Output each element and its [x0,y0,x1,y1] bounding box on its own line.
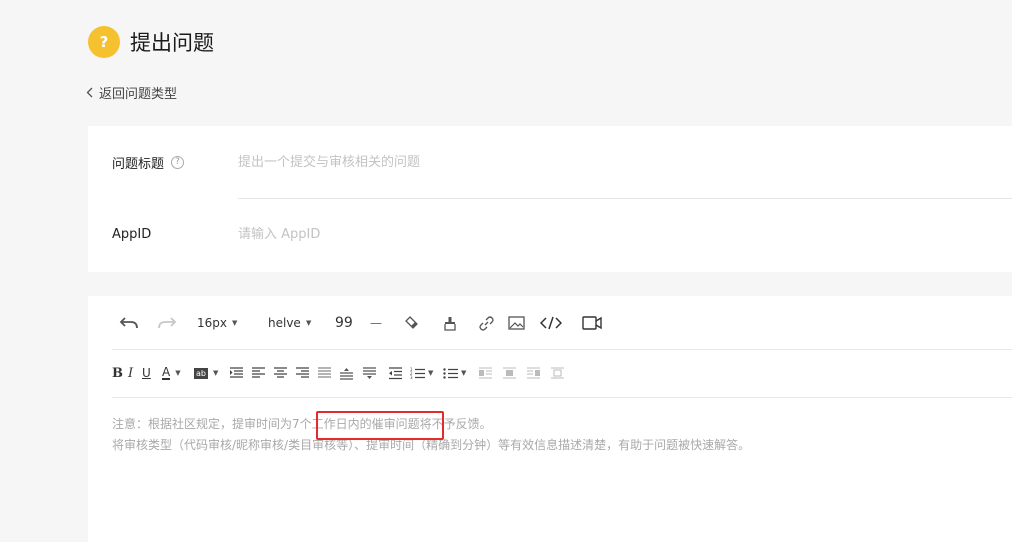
unordered-list-icon [443,367,458,379]
form-card: 问题标题 ? AppID [88,126,1012,272]
blockquote-button[interactable]: 99 [335,313,353,333]
back-link-label: 返回问题类型 [99,87,178,102]
redo-icon[interactable] [157,313,177,333]
line-height-down-icon[interactable] [362,364,377,382]
chevron-left-icon [86,87,93,98]
font-family-select[interactable]: helvet ▼ [268,313,311,333]
caret-down-icon: ▼ [428,369,434,377]
italic-button[interactable]: I [128,364,133,382]
caret-down-icon: ▼ [232,319,238,327]
paragraph-indent-icon[interactable] [388,364,403,382]
editor-card: 16px▼ helvet▼ 99 — B I U A▼ [88,296,1012,542]
align-center-icon[interactable] [273,364,288,382]
caret-down-icon: ▼ [461,369,467,377]
format-brush-icon[interactable] [443,313,457,333]
font-family-value: helvet [268,316,301,330]
link-icon[interactable] [479,313,494,333]
back-link[interactable]: 返回问题类型 [86,83,177,102]
eraser-icon[interactable] [405,313,419,333]
title-row: 问题标题 ? [88,126,1012,198]
bold-button[interactable]: B [112,364,123,382]
align-justify-icon[interactable] [317,364,332,382]
horizontal-rule-button[interactable]: — [370,313,382,333]
title-input[interactable] [238,150,1012,174]
editor-hint-line-1: 注意：根据社区规定，提审时间为7个工作日内的催审问题将不予反馈。 [112,417,492,431]
font-color-icon: A [162,365,171,380]
font-size-select[interactable]: 16px ▼ [197,313,237,333]
highlight-color-icon: ab [194,367,208,379]
align-right-icon[interactable] [295,364,310,382]
indent-icon[interactable] [229,364,244,382]
float-left-icon[interactable] [478,364,493,382]
caret-down-icon: ▼ [175,369,181,377]
float-none-icon[interactable] [502,364,517,382]
underline-button[interactable]: U [142,364,151,382]
title-label: 问题标题 ? [112,153,185,172]
page-title: 提出问题 [130,31,214,55]
code-icon[interactable] [540,313,562,333]
editor-toolbar-primary: 16px ▼ helvet ▼ 99 — [112,296,1012,350]
appid-row: AppID [88,198,1012,270]
float-center-icon[interactable] [550,364,565,382]
float-right-icon[interactable] [526,364,541,382]
line-height-up-icon[interactable] [339,364,354,382]
video-icon[interactable] [582,313,602,333]
question-icon: ? [88,26,120,58]
undo-icon[interactable] [119,313,139,333]
align-left-icon[interactable] [251,364,266,382]
editor-content[interactable]: 注意：根据社区规定，提审时间为7个工作日内的催审问题将不予反馈。 将审核类型（代… [112,414,992,456]
appid-input[interactable] [238,222,1012,246]
svg-text:3: 3 [410,375,413,380]
editor-hint-line-2: 将审核类型（代码审核/昵称审核/类目审核等）、提审时间（精确到分钟）等有效信息描… [112,438,751,452]
ordered-list-icon: 123 [410,367,425,380]
font-size-value: 16px [197,316,227,330]
help-icon[interactable]: ? [171,155,185,169]
background-color-button[interactable]: ab ▼ [194,364,218,382]
appid-label: AppID [112,226,152,242]
ordered-list-button[interactable]: 1 2 3 ▼ [410,364,433,382]
page-header: ? 提出问题 [88,26,214,58]
editor-toolbar-secondary: B I U A ▼ ab ▼ 1 2 3 ▼ ▼ [112,350,1012,398]
caret-down-icon: ▼ [212,369,219,377]
image-icon[interactable] [508,313,525,333]
unordered-list-button[interactable]: ▼ [443,364,466,382]
caret-down-icon: ▼ [306,319,312,327]
title-label-text: 问题标题 [112,156,165,172]
font-color-button[interactable]: A ▼ [162,364,181,382]
